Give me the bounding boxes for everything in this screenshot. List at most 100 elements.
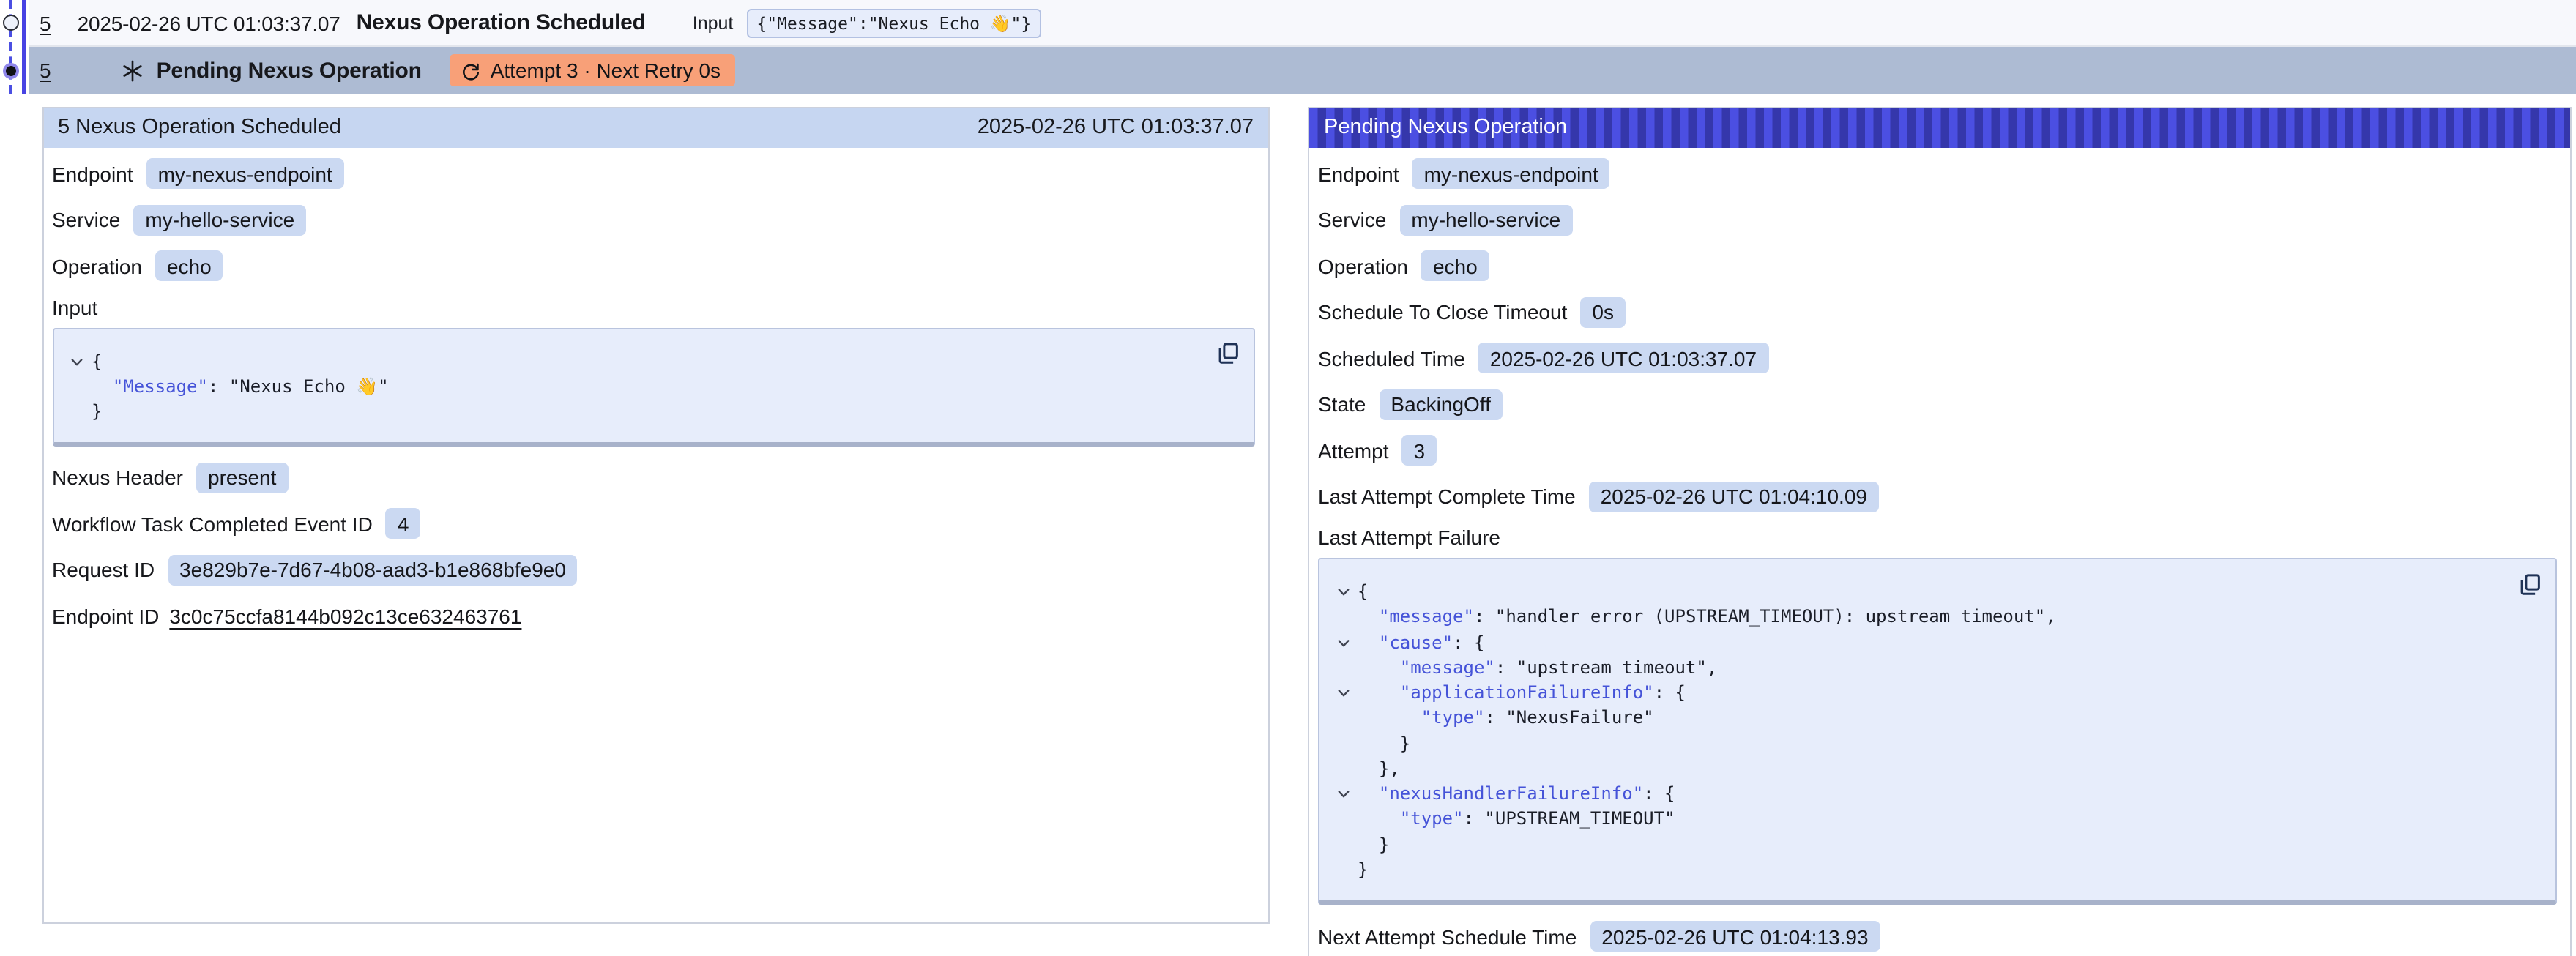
- chevron-down-icon[interactable]: [1336, 788, 1350, 801]
- detail-row-next-attempt-schedule-time: Next Attempt Schedule Time2025-02-26 UTC…: [1314, 914, 2556, 956]
- code-line: "type": "NexusFailure": [1328, 706, 2502, 732]
- detail-label-nexus-header: Nexus Header: [52, 466, 183, 489]
- detail-value-last-attempt-complete-time: 2025-02-26 UTC 01:04:10.09: [1589, 482, 1879, 512]
- event-input-value-pill[interactable]: {"Message":"Nexus Echo 👋"}: [746, 8, 1041, 37]
- code-gutter: [1328, 605, 1358, 631]
- chevron-down-icon[interactable]: [70, 355, 83, 368]
- code-line: "Message": "Nexus Echo 👋": [62, 375, 1201, 400]
- retry-icon: [461, 61, 480, 80]
- detail-row-endpoint: Endpoint my-nexus-endpoint: [48, 151, 1255, 197]
- detail-row-operation: Operation echo: [1314, 243, 2556, 289]
- code-gutter: [1328, 681, 1358, 706]
- code-line: "message": "upstream timeout",: [1328, 656, 2502, 681]
- detail-label-endpoint: Endpoint: [1318, 163, 1399, 186]
- detail-value-service: my-hello-service: [1399, 205, 1572, 236]
- code-gutter: [1328, 858, 1358, 884]
- code-text: }: [1358, 858, 1368, 884]
- detail-label-endpoint: Endpoint: [52, 163, 133, 186]
- code-line: "nexusHandlerFailureInfo": {: [1328, 782, 2502, 807]
- code-text: "message": "handler error (UPSTREAM_TIME…: [1358, 605, 2056, 631]
- timeline-event-dot: [2, 15, 18, 31]
- code-gutter: [1328, 731, 1358, 757]
- event-timestamp: 2025-02-26 UTC 01:03:37.07: [78, 11, 340, 34]
- detail-row-attempt: Attempt 3: [1314, 427, 2556, 474]
- pending-event-id-link[interactable]: 5: [40, 59, 51, 82]
- detail-value-operation: echo: [1421, 251, 1489, 282]
- scheduled-panel-title: 5 Nexus Operation Scheduled: [58, 116, 341, 140]
- detail-label-operation: Operation: [52, 255, 142, 278]
- timeline-pending-dot: [2, 62, 18, 78]
- code-text: },: [1358, 757, 1400, 783]
- code-gutter: [1328, 807, 1358, 833]
- code-line: }: [1328, 858, 2502, 884]
- code-text: {: [92, 349, 102, 375]
- retry-badge-text: Attempt 3 · Next Retry 0s: [491, 59, 721, 82]
- code-line: "cause": {: [1328, 630, 2502, 656]
- scheduled-panel-timestamp: 2025-02-26 UTC 01:03:37.07: [978, 116, 1254, 140]
- detail-value-endpoint: my-nexus-endpoint: [146, 159, 344, 190]
- code-line: }: [1328, 731, 2502, 757]
- detail-row-nexus-header: Nexus Headerpresent: [48, 455, 1255, 501]
- detail-row-schedule-to-close-timeout: Schedule To Close Timeout 0s: [1314, 289, 2556, 335]
- code-text: "nexusHandlerFailureInfo": {: [1358, 782, 1675, 807]
- code-line: {: [1328, 580, 2502, 605]
- code-line: }: [1328, 832, 2502, 858]
- code-text: {: [1358, 580, 1368, 605]
- code-text: "applicationFailureInfo": {: [1358, 681, 1686, 706]
- failure-json-viewer: { "message": "handler error (UPSTREAM_TI…: [1318, 558, 2556, 905]
- detail-value-workflow-task-completed-event-id: 4: [386, 508, 421, 539]
- detail-row-state: State BackingOff: [1314, 381, 2556, 427]
- code-text: "type": "UPSTREAM_TIMEOUT": [1358, 807, 1675, 833]
- detail-label-last-attempt-complete-time: Last Attempt Complete Time: [1318, 485, 1576, 509]
- code-gutter: [1328, 782, 1358, 807]
- code-line: },: [1328, 757, 2502, 783]
- code-text: "message": "upstream timeout",: [1358, 656, 1717, 681]
- detail-row-endpoint: Endpointmy-nexus-endpoint: [1314, 151, 2556, 197]
- code-line: "applicationFailureInfo": {: [1328, 681, 2502, 706]
- event-row-pending-nexus-operation[interactable]: 5 Pending Nexus Operation Attempt 3 · Ne…: [29, 47, 2576, 94]
- detail-link-endpoint-id[interactable]: 3c0c75ccfa8144b092c13ce632463761: [169, 604, 521, 627]
- code-text: "cause": {: [1358, 630, 1484, 656]
- code-gutter: [1328, 832, 1358, 858]
- detail-label-scheduled-time: Scheduled Time: [1318, 347, 1465, 370]
- chevron-down-icon[interactable]: [1336, 636, 1350, 649]
- detail-row-service: Servicemy-hello-service: [48, 197, 1255, 243]
- chevron-down-icon[interactable]: [1336, 586, 1350, 599]
- copy-icon[interactable]: [2518, 572, 2542, 596]
- detail-label-state: State: [1318, 393, 1366, 417]
- code-gutter: [62, 349, 92, 375]
- detail-value-schedule-to-close-timeout: 0s: [1580, 297, 1626, 328]
- code-gutter: [1328, 580, 1358, 605]
- code-text: "type": "NexusFailure": [1358, 706, 1654, 732]
- retry-attempt-badge: Attempt 3 · Next Retry 0s: [450, 54, 735, 86]
- timeline-active-indicator-bar: [21, 0, 26, 94]
- detail-value-state: BackingOff: [1379, 389, 1502, 420]
- input-block-label: Input: [52, 295, 97, 318]
- event-id-link[interactable]: 5: [40, 11, 51, 34]
- code-text: }: [92, 400, 102, 425]
- event-input-label: Input: [693, 12, 734, 33]
- code-gutter: [62, 375, 92, 400]
- code-gutter: [1328, 706, 1358, 732]
- detail-row-operation: Operation echo: [48, 243, 1255, 289]
- chevron-down-icon[interactable]: [1336, 687, 1350, 700]
- code-gutter: [62, 400, 92, 425]
- detail-value-attempt: 3: [1402, 436, 1437, 466]
- copy-icon[interactable]: [1217, 342, 1240, 365]
- detail-label-schedule-to-close-timeout: Schedule To Close Timeout: [1318, 301, 1567, 324]
- detail-value-operation: echo: [155, 251, 223, 282]
- detail-value-next-attempt-schedule-time: 2025-02-26 UTC 01:04:13.93: [1590, 922, 1880, 952]
- event-row-nexus-operation-scheduled[interactable]: 5 2025-02-26 UTC 01:03:37.07 Nexus Opera…: [29, 0, 2576, 47]
- detail-row-workflow-task-completed-event-id: Workflow Task Completed Event ID4: [48, 501, 1255, 547]
- code-text: }: [1358, 832, 1389, 858]
- detail-label-service: Service: [1318, 209, 1386, 232]
- code-line: }: [62, 400, 1201, 425]
- pending-panel-title: Pending Nexus Operation: [1324, 116, 1567, 140]
- detail-label-endpoint-id: Endpoint ID: [52, 604, 159, 627]
- code-line: {: [62, 349, 1201, 375]
- code-gutter: [1328, 656, 1358, 681]
- detail-value-request-id: 3e829b7e-7d67-4b08-aad3-b1e868bfe9e0: [168, 554, 578, 585]
- pending-asterisk-icon: [122, 59, 144, 81]
- detail-label-operation: Operation: [1318, 255, 1408, 278]
- detail-label-attempt: Attempt: [1318, 439, 1389, 463]
